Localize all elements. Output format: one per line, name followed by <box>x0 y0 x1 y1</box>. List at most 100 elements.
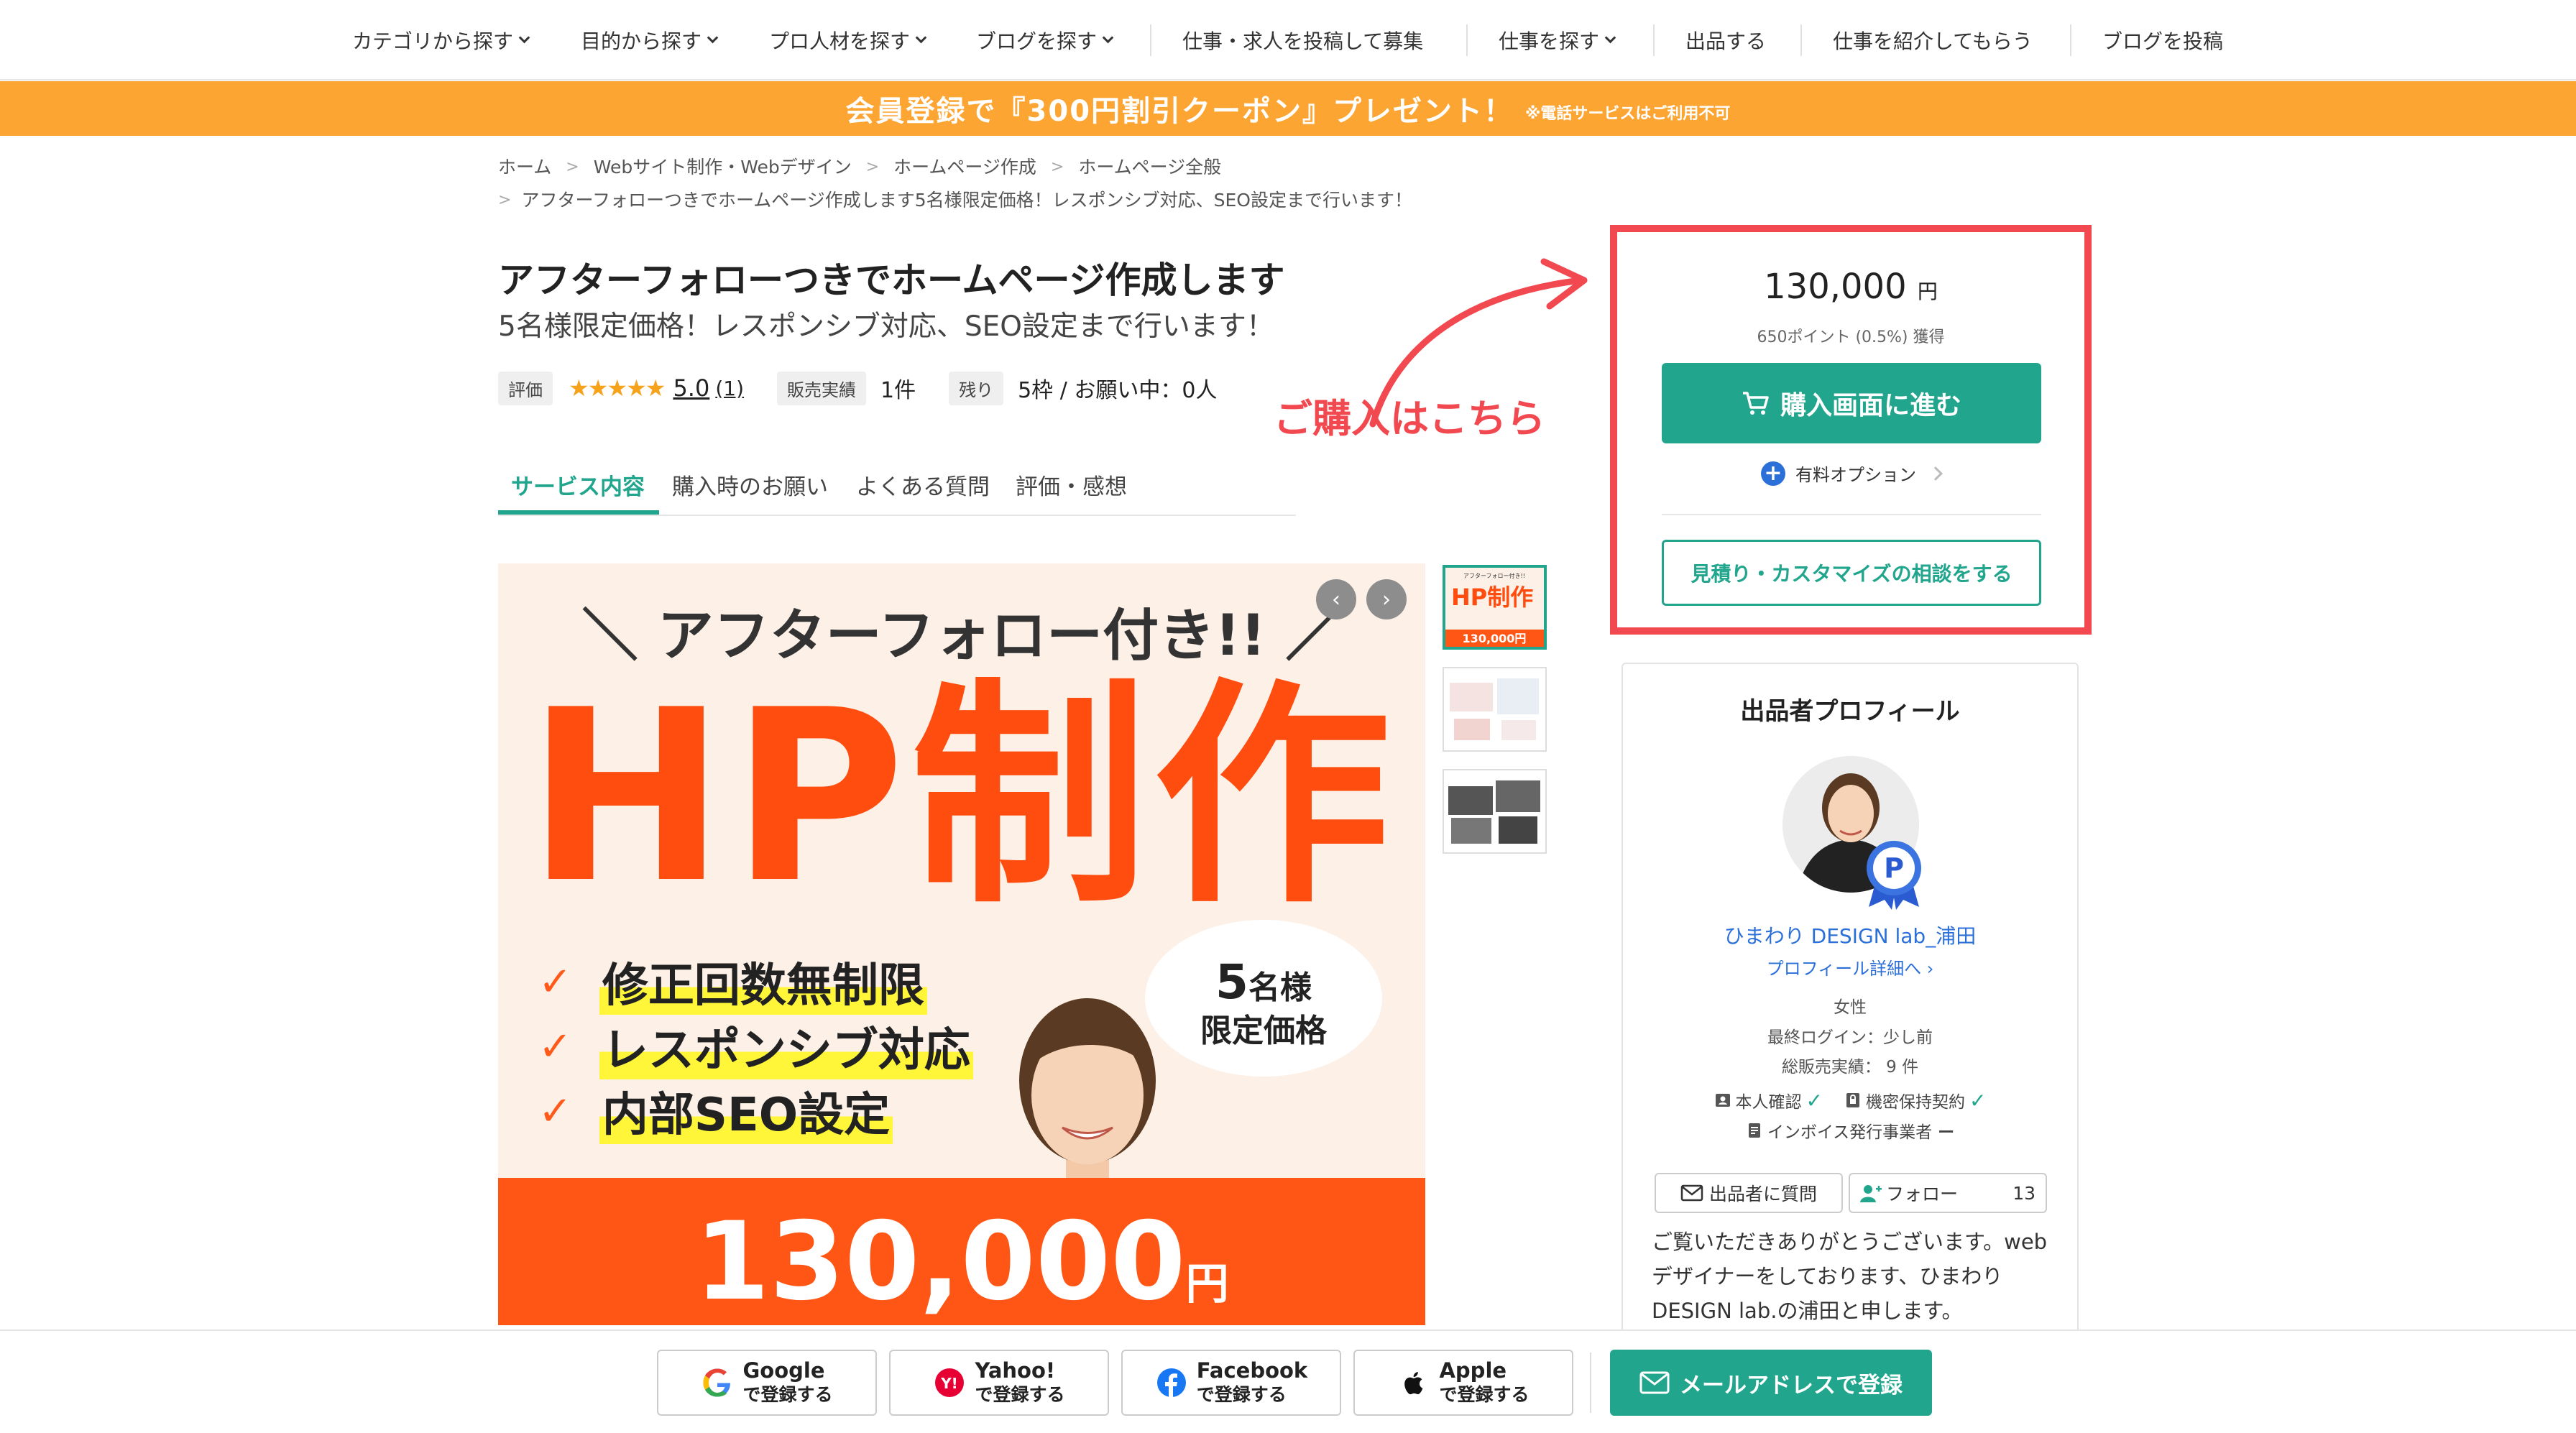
nav-label: カテゴリから探す <box>352 29 514 53</box>
thumbnail-headline: HP制作 <box>1451 584 1533 611</box>
thumbnail-1[interactable]: アフターフォロー付き!! HP制作 130,000円 <box>1443 565 1547 650</box>
promo-note: ※電話サービスはご利用不可 <box>1525 105 1731 123</box>
breadcrumb-homepage[interactable]: ホームページ作成 <box>893 151 1036 184</box>
profile-detail-link[interactable]: プロフィール詳細へ › <box>1623 954 2077 980</box>
divider <box>1662 514 2041 515</box>
bubble-suffix: 名様 <box>1248 969 1312 1006</box>
check-icon: ✓ <box>538 958 572 1005</box>
breadcrumb-home[interactable]: ホーム <box>498 151 551 184</box>
breadcrumb-web[interactable]: Webサイト制作・Webデザイン <box>594 151 852 184</box>
purchase-price-value: 130,000 <box>1764 267 1907 307</box>
nav-post-job[interactable]: 仕事・求人を投稿して募集 <box>1182 0 1423 80</box>
yahoo-register-button[interactable]: Y! Yahoo! で登録する <box>889 1350 1109 1416</box>
nav-post-blog[interactable]: ブログを投稿 <box>2102 0 2223 80</box>
rating-value[interactable]: 5.0 <box>673 374 709 402</box>
active-tab-indicator <box>498 510 659 515</box>
profile-heading: 出品者プロフィール <box>1740 697 1960 726</box>
top-navigation: カテゴリから探す 目的から探す プロ人材を探す ブログを探す 仕事・求人を投稿し… <box>0 0 2576 80</box>
facebook-register-button[interactable]: Facebook で登録する <box>1121 1350 1341 1416</box>
thumbnail-image <box>1444 668 1545 750</box>
bubble-line-1: 5名様 <box>1145 954 1382 1010</box>
invoice-label: インボイス発行事業者 <box>1767 1123 1933 1142</box>
nav-find-job[interactable]: 仕事を探す <box>1499 0 1616 80</box>
profile-detail-label: プロフィール詳細へ <box>1766 959 1922 979</box>
breadcrumb-separator: > <box>498 191 512 209</box>
facebook-icon <box>1155 1366 1188 1399</box>
follow-label: フォロー <box>1886 1184 1959 1204</box>
breadcrumb-separator: > <box>1050 158 1064 176</box>
register-bar: Google で登録する Y! Yahoo! で登録する Facebook で登録する… <box>0 1330 2576 1433</box>
promo-text: 会員登録で『300円割引クーポン』プレゼント！ <box>845 95 1514 128</box>
tab-service-content[interactable]: サービス内容 <box>511 453 645 516</box>
bubble-number: 5 <box>1215 954 1248 1010</box>
proceed-to-purchase-button[interactable]: 購入画面に進む <box>1662 363 2041 443</box>
breadcrumb-current: アフターフォローつきでホームページ作成します5名様限定価格！レスポンシブ対応、S… <box>521 190 1412 211</box>
apple-register-button[interactable]: Apple で登録する <box>1353 1350 1573 1416</box>
apple-icon <box>1397 1366 1430 1399</box>
hero-feature: ✓ 内部SEO設定 <box>538 1078 893 1144</box>
svg-text:Y!: Y! <box>941 1375 959 1392</box>
paid-options-toggle[interactable]: + 有料オプション <box>1617 461 2084 486</box>
thumbnail-3[interactable] <box>1443 769 1547 854</box>
badge-letter: P <box>1884 852 1904 884</box>
pro-badge-icon: P <box>1867 841 1921 910</box>
mail-icon <box>1680 1184 1703 1202</box>
bubble-line-2: 限定価格 <box>1200 1013 1327 1049</box>
nav-purpose[interactable]: 目的から探す <box>581 0 719 80</box>
consult-button[interactable]: 見積り・カスタマイズの相談をする <box>1662 540 2041 606</box>
feature-text: 内部SEO設定 <box>599 1078 893 1144</box>
nav-pro-talent[interactable]: プロ人材を探す <box>769 0 927 80</box>
email-register-button[interactable]: メールアドレスで登録 <box>1610 1350 1932 1416</box>
purchase-price: 130,000 円 <box>1617 267 2084 307</box>
cart-icon <box>1742 392 1769 415</box>
invoice-icon <box>1748 1123 1760 1138</box>
service-tabs: サービス内容 購入時のお願い よくある質問 評価・感想 <box>498 453 1296 516</box>
star-rating-icon: ★★★★★ <box>569 374 666 402</box>
nav-sell[interactable]: 出品する <box>1685 0 1766 80</box>
nav-label: 仕事を紹介してもらう <box>1833 29 2033 53</box>
rating-count[interactable]: (1) <box>715 377 744 400</box>
remaining-value: 5枠 / お願い中：0人 <box>1018 378 1218 403</box>
check-icon: ✓ <box>1806 1088 1823 1112</box>
check-icon: ✓ <box>538 1087 572 1135</box>
prev-image-button[interactable]: ‹ <box>1316 579 1356 619</box>
tab-purchase-request[interactable]: 購入時のお願い <box>672 453 828 516</box>
service-subtitle: 5名様限定価格！レスポンシブ対応、SEO設定まで行います！ <box>498 310 1274 343</box>
breadcrumb-separator: > <box>865 158 880 176</box>
register-sub: で登録する <box>975 1384 1065 1405</box>
id-card-icon <box>1715 1094 1730 1107</box>
seller-name[interactable]: ひまわり DESIGN lab_浦田 <box>1623 921 2077 949</box>
nav-label: プロ人材を探す <box>769 29 911 53</box>
nav-referral[interactable]: 仕事を紹介してもらう <box>1833 0 2033 80</box>
check-icon: ✓ <box>1969 1088 1987 1112</box>
thumbnail-tagline: アフターフォロー付き!! <box>1463 572 1525 579</box>
follow-user-icon <box>1860 1185 1882 1202</box>
tab-faq[interactable]: よくある質問 <box>856 453 990 516</box>
breadcrumb-general[interactable]: ホームページ全般 <box>1078 151 1221 184</box>
hero-price: 130,000円 <box>498 1199 1425 1324</box>
next-image-button[interactable]: › <box>1366 579 1407 619</box>
remaining-label: 残り <box>949 371 1004 405</box>
chevron-down-icon <box>1604 32 1616 44</box>
check-icon: ✓ <box>538 1023 572 1070</box>
nav-divider <box>1466 24 1468 56</box>
ask-seller-label: 出品者に質問 <box>1708 1184 1817 1204</box>
nav-blog-search[interactable]: ブログを探す <box>976 0 1114 80</box>
feature-text: 修正回数無制限 <box>599 949 927 1015</box>
nav-category[interactable]: カテゴリから探す <box>352 0 530 80</box>
seller-intro: ご覧いただきありがとうございます。webデザイナーをしております、ひまわり DE… <box>1652 1230 2048 1323</box>
ask-seller-button[interactable]: 出品者に質問 <box>1655 1173 1843 1213</box>
purchase-annotation: ご購入はこちら <box>1274 396 1545 441</box>
identity-verified-label: 本人確認 <box>1735 1093 1802 1112</box>
mail-icon <box>1639 1371 1670 1394</box>
service-main-image: ＼ アフターフォロー付き!! ／ ‹ › HP制作 ✓ 修正回数無制限 ✓ レスポン… <box>498 563 1425 1325</box>
facebook-brand: Facebook <box>1196 1358 1308 1383</box>
seller-total-sales: 総販売実績： 9 件 <box>1781 1058 1919 1077</box>
follow-button[interactable]: フォロー 13 <box>1849 1173 2047 1213</box>
thumbnail-2[interactable] <box>1443 667 1547 752</box>
promo-banner[interactable]: 会員登録で『300円割引クーポン』プレゼント！ ※電話サービスはご利用不可 <box>0 81 2576 136</box>
plus-icon: + <box>1761 461 1785 486</box>
google-register-button[interactable]: Google で登録する <box>657 1350 877 1416</box>
tab-reviews[interactable]: 評価・感想 <box>1016 453 1127 516</box>
nav-label: 出品する <box>1685 29 1767 53</box>
